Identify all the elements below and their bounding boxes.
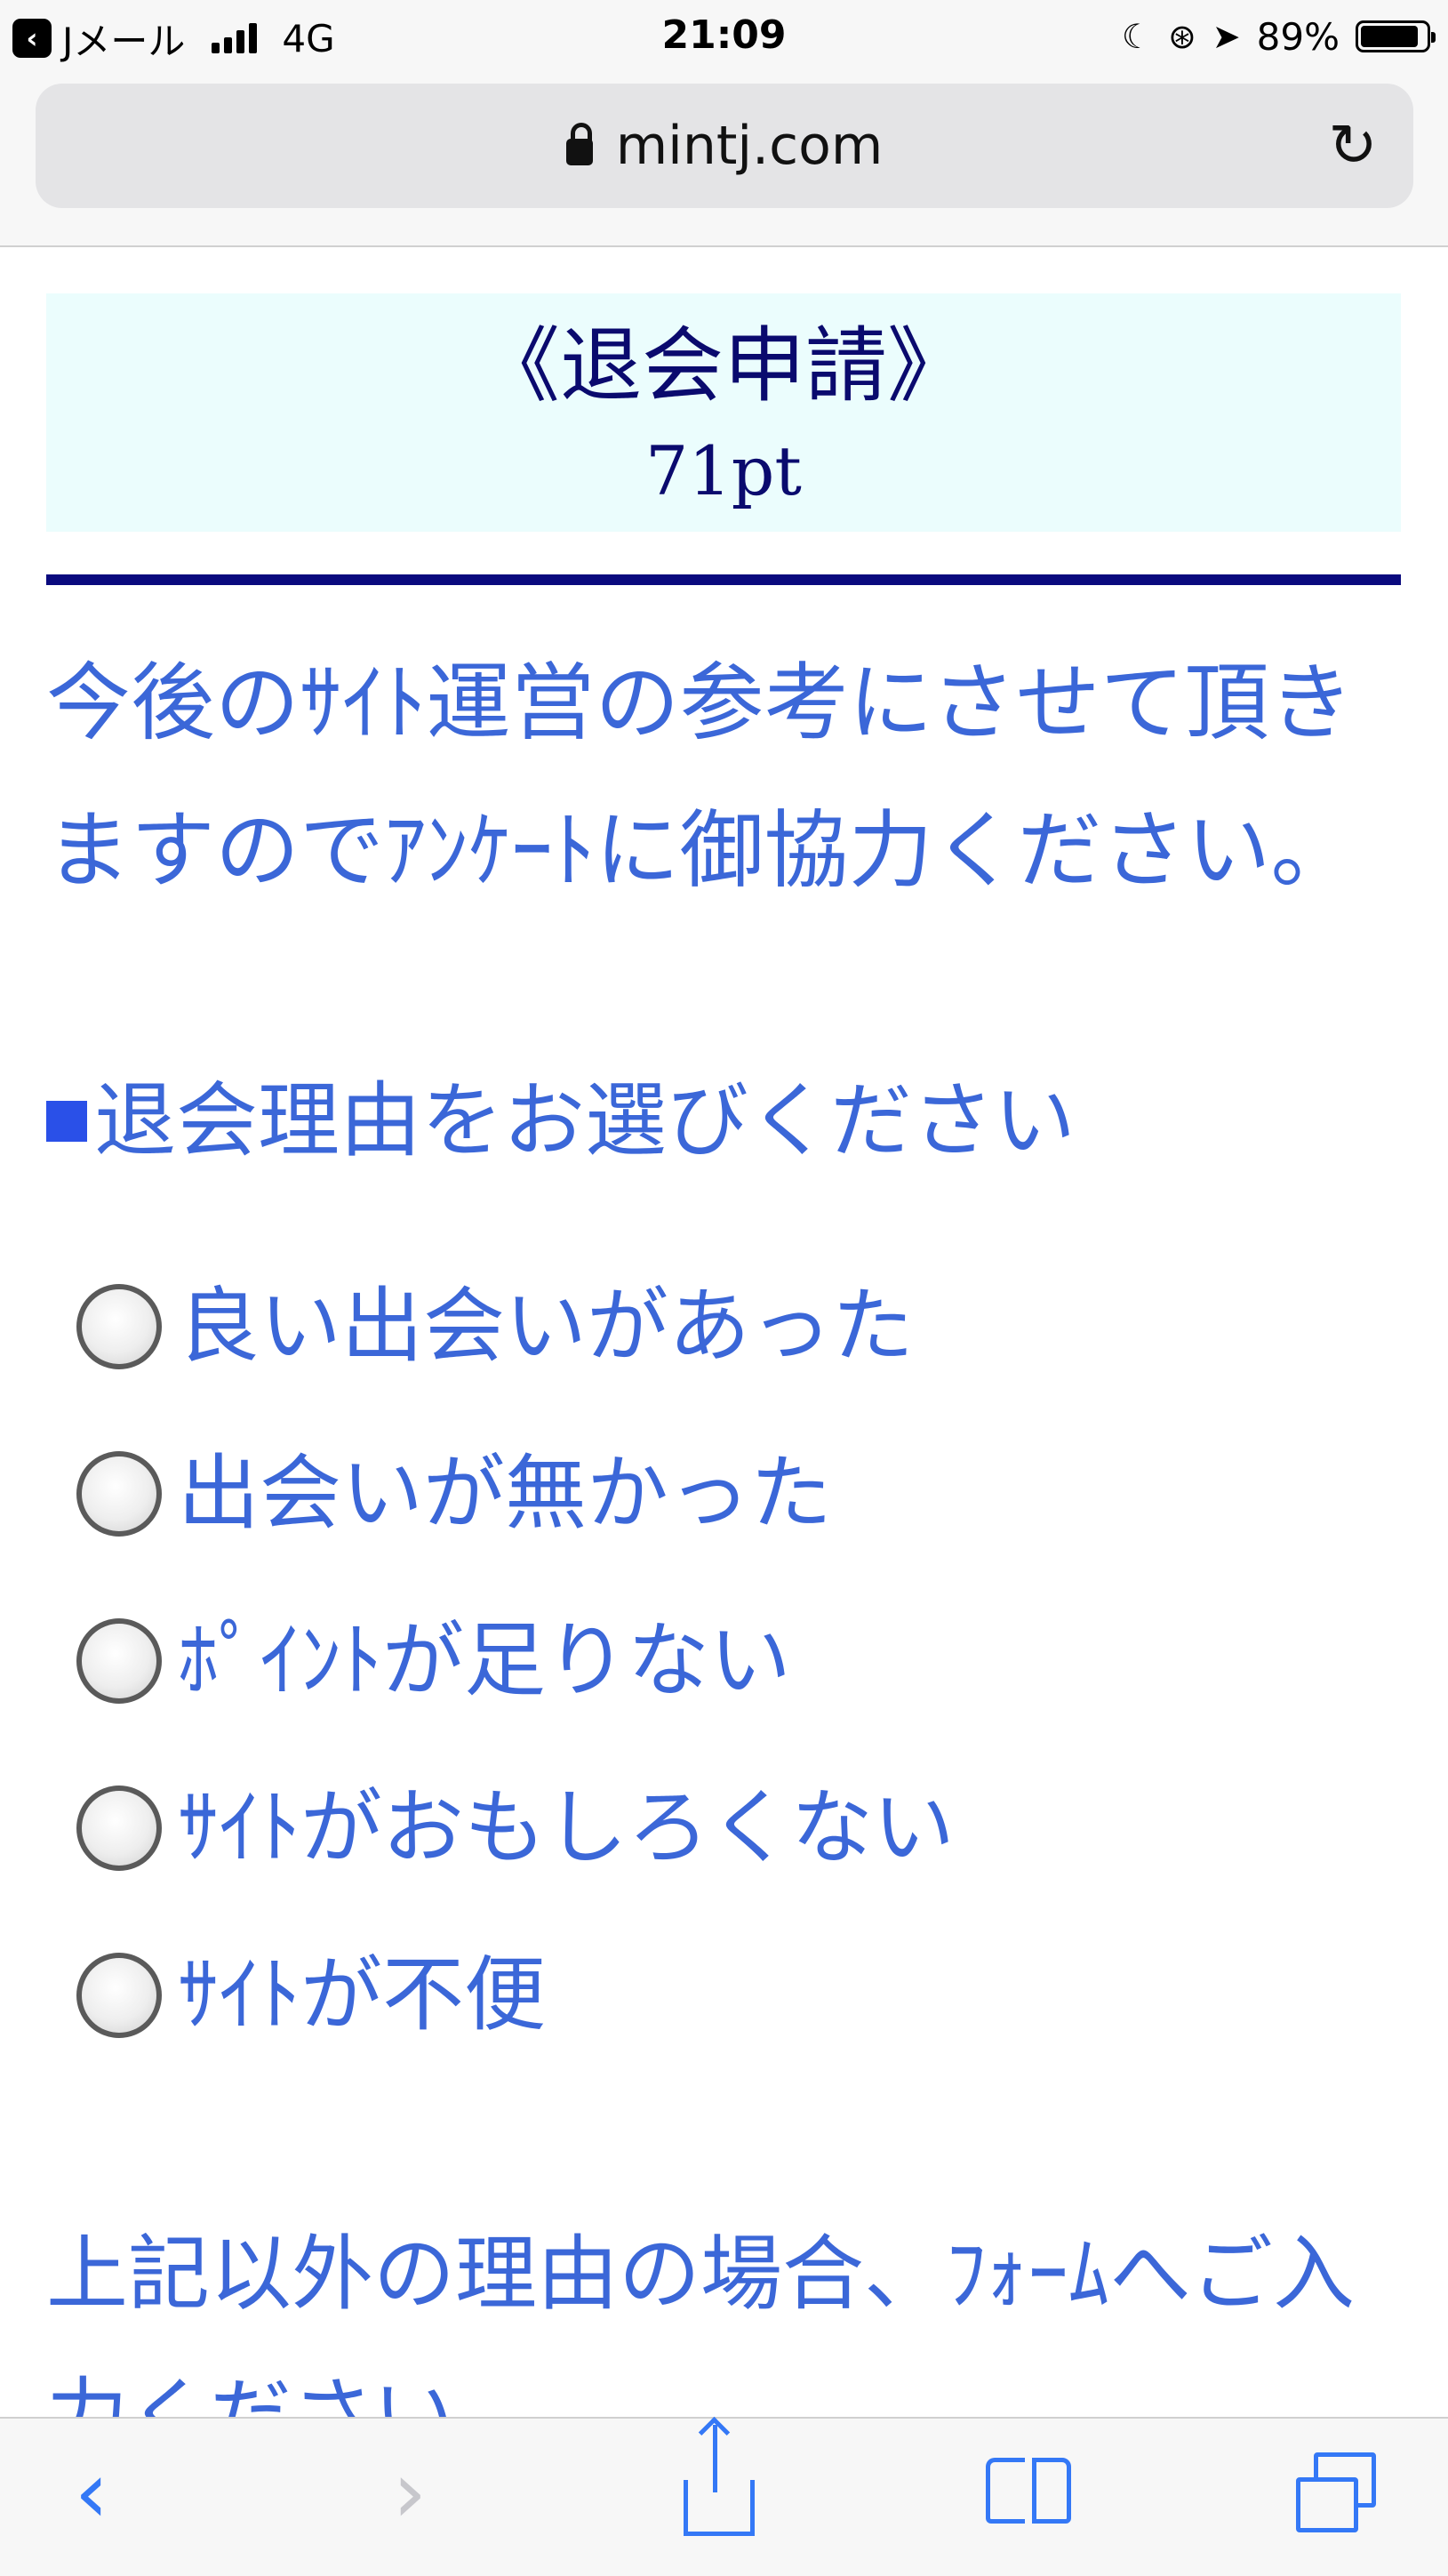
radio-button[interactable] (76, 1953, 162, 2038)
reason-label[interactable]: ｻｲﾄがおもしろくない (178, 1775, 955, 1882)
url-display[interactable]: mintj.com (36, 84, 1413, 208)
status-bar: ‹ Jメール 4G 21:09 ☾ ⊛ ➤ 89% (0, 0, 1448, 75)
battery-percent: 89% (1256, 14, 1340, 59)
share-icon[interactable] (684, 2424, 755, 2536)
moon-icon: ☾ (1121, 17, 1152, 56)
tabs-button[interactable] (1287, 2444, 1385, 2541)
reason-option[interactable]: ﾎﾟｲﾝﾄが足りない (76, 1577, 1365, 1745)
bookmarks-button[interactable] (980, 2444, 1077, 2541)
radio-button[interactable] (76, 1451, 162, 1537)
address-bar[interactable]: mintj.com ↻ (36, 84, 1413, 208)
browser-toolbar: ‹ › (0, 2417, 1448, 2576)
battery-icon (1356, 20, 1436, 52)
orientation-lock-icon: ⊛ (1167, 17, 1196, 56)
reason-label[interactable]: 良い出会いがあった (178, 1273, 914, 1380)
status-right: ☾ ⊛ ➤ 89% (1121, 14, 1436, 59)
radio-button[interactable] (76, 1618, 162, 1704)
intro-text: 今後のｻｲﾄ運営の参考にさせて頂きますのでｱﾝｹｰﾄに御協力ください。 (46, 654, 1356, 900)
reason-label[interactable]: ｻｲﾄが不便 (178, 1942, 546, 2049)
reason-option[interactable]: ｻｲﾄがおもしろくない (76, 1745, 1365, 1912)
reason-option[interactable]: 出会いが無かった (76, 1410, 1365, 1577)
browser-address-area: mintj.com ↻ (0, 75, 1448, 247)
question-text: 退会理由をお選びください (94, 1073, 1076, 1168)
page-header: 《退会申請》 71pt (46, 293, 1401, 532)
radio-button[interactable] (76, 1786, 162, 1871)
share-button[interactable] (670, 2424, 768, 2541)
points-balance: 71pt (645, 431, 802, 510)
back-button[interactable]: ‹ (43, 2444, 140, 2541)
forward-icon[interactable]: › (393, 2444, 427, 2541)
question-heading: 退会理由をお選びください (46, 1063, 1076, 1179)
other-reason-note: 上記以外の理由の場合、ﾌｫｰﾑへご入力ください。 (46, 2227, 1356, 2417)
page-content: 《退会申請》 71pt 今後のｻｲﾄ運営の参考にさせて頂きますのでｱﾝｹｰﾄに御… (0, 247, 1448, 2417)
back-icon[interactable]: ‹ (75, 2444, 108, 2541)
reason-label[interactable]: ﾎﾟｲﾝﾄが足りない (178, 1608, 791, 1714)
reason-option[interactable]: 良い出会いがあった (76, 1243, 1365, 1410)
square-bullet-icon (46, 1101, 87, 1142)
lock-icon (565, 123, 593, 165)
reason-option[interactable]: ｻｲﾄが不便 (76, 1912, 1365, 2079)
radio-button[interactable] (76, 1284, 162, 1369)
reload-icon[interactable]: ↻ (1317, 110, 1388, 181)
bookmarks-icon[interactable] (986, 2458, 1071, 2527)
battery-fill (1361, 26, 1419, 47)
tabs-icon[interactable] (1296, 2452, 1376, 2532)
reason-options: 良い出会いがあった 出会いが無かった ﾎﾟｲﾝﾄが足りない ｻｲﾄがおもしろくな… (76, 1243, 1365, 2079)
reason-label[interactable]: 出会いが無かった (178, 1440, 832, 1547)
forward-button[interactable]: › (361, 2444, 459, 2541)
page-title: 《退会申請》 (477, 318, 969, 413)
location-icon: ➤ (1212, 17, 1241, 56)
divider (46, 574, 1401, 585)
url-text[interactable]: mintj.com (616, 115, 884, 177)
